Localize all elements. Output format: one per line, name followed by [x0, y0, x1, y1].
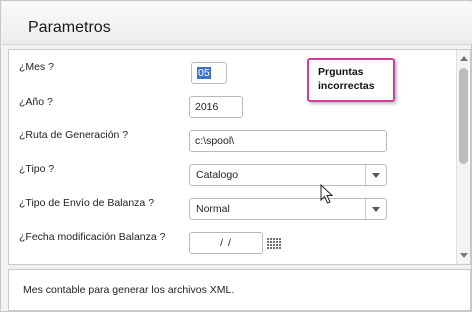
- mouse-pointer-icon: [320, 184, 334, 204]
- mes-input[interactable]: 05: [191, 62, 227, 84]
- annotation-note: Prguntas incorrectas: [307, 58, 395, 102]
- anio-label: ¿Año ?: [19, 96, 53, 108]
- fecha-label: ¿Fecha modificación Balanza ?: [19, 231, 166, 243]
- annotation-line-1: Prguntas: [318, 66, 364, 78]
- tipo-envio-select[interactable]: Normal: [189, 198, 387, 220]
- scroll-down-icon[interactable]: [460, 253, 468, 258]
- tipo-value: Catalogo: [196, 169, 239, 181]
- chevron-down-icon[interactable]: [365, 165, 386, 185]
- scroll-thumb[interactable]: [459, 68, 468, 164]
- title-bar: Parametros: [2, 2, 472, 45]
- chevron-down-icon[interactable]: [365, 199, 386, 219]
- mes-value: 05: [197, 67, 211, 79]
- field-description: Mes contable para generar los archivos X…: [23, 284, 235, 296]
- tipo-envio-value: Normal: [196, 203, 230, 215]
- tipo-envio-label: ¿Tipo de Envío de Balanza ?: [19, 197, 155, 209]
- fecha-value: / /: [220, 237, 232, 249]
- scroll-up-icon[interactable]: [460, 56, 468, 61]
- ruta-input[interactable]: c:\spool\: [189, 130, 387, 152]
- anio-value: 2016: [195, 101, 219, 113]
- description-panel: Mes contable para generar los archivos X…: [8, 269, 471, 311]
- tipo-label: ¿Tipo ?: [19, 163, 55, 175]
- parameters-form: ¿Mes ? 05 ¿Año ? 2016 ¿Ruta de Generació…: [8, 49, 471, 265]
- annotation-line-2: incorrectas: [318, 80, 375, 92]
- ruta-value: c:\spool\: [195, 135, 235, 147]
- form-scrollbar[interactable]: [456, 50, 470, 264]
- ruta-label: ¿Ruta de Generación ?: [19, 129, 129, 141]
- tipo-select[interactable]: Catalogo: [189, 164, 387, 186]
- parameters-window: Parametros ¿Mes ? 05 ¿Año ? 2016 ¿Ruta d…: [0, 0, 472, 312]
- anio-input[interactable]: 2016: [189, 96, 243, 118]
- fecha-input[interactable]: / /: [189, 232, 263, 254]
- mes-label: ¿Mes ?: [19, 61, 55, 73]
- calendar-grid-icon[interactable]: [267, 238, 282, 250]
- window-title: Parametros: [28, 19, 111, 36]
